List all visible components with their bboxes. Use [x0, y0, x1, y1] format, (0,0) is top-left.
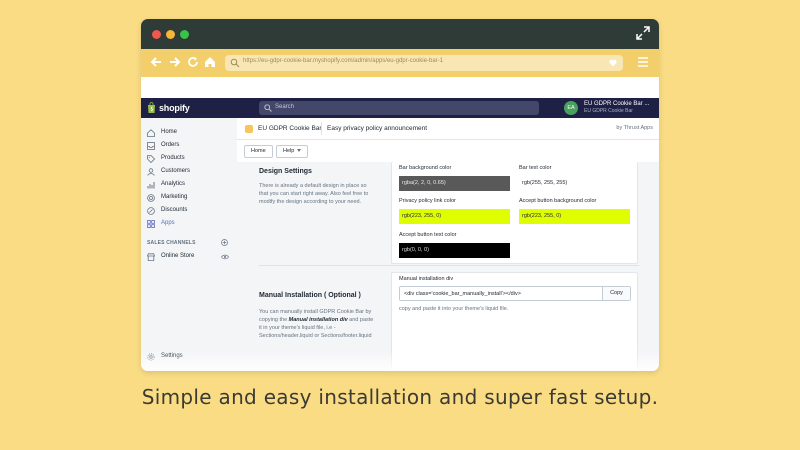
bar-text-color-label: Bar text color — [519, 165, 552, 171]
help-label: Help — [283, 148, 295, 154]
main-content: EU GDPR Cookie Bar Easy privacy policy a… — [237, 118, 659, 371]
shopify-logo[interactable]: shopify — [159, 103, 190, 113]
person-icon — [147, 168, 155, 176]
sidebar-item-label: Products — [161, 155, 185, 161]
search-icon — [264, 104, 272, 112]
back-arrow-icon[interactable] — [149, 55, 163, 69]
sidebar-item-label: Customers — [161, 168, 191, 174]
discount-icon — [147, 207, 155, 215]
accept-button-text-color-label: Accept button text color — [399, 232, 457, 238]
sidebar-item-label: Marketing — [161, 194, 188, 200]
manual-installation-title: Manual Installation ( Optional ) — [259, 292, 361, 299]
manual-desc-emphasis: Manual installation div — [288, 317, 348, 323]
forward-arrow-icon[interactable] — [168, 55, 182, 69]
accept-button-bg-color-label: Accept button background color — [519, 198, 597, 204]
sidebar-item-orders[interactable]: Orders — [147, 140, 233, 152]
target-icon — [147, 194, 155, 202]
apps-icon — [147, 220, 155, 228]
address-bar: https://eu-gdpr-cookie-bar.myshopify.com… — [141, 49, 659, 77]
privacy-link-color-label: Privacy policy link color — [399, 198, 456, 204]
shopify-bag-icon — [148, 102, 155, 113]
browser-titlebar — [141, 19, 659, 49]
manual-installation-code-field[interactable]: <div class='cookie_bar_manually_install'… — [399, 286, 631, 301]
search-placeholder: Search — [275, 104, 295, 110]
sidebar-item-label: Home — [161, 129, 178, 135]
manual-installation-description: You can manually install GDPR Cookie Bar… — [259, 308, 377, 340]
avatar[interactable]: EA — [564, 101, 578, 115]
promo-caption: Simple and easy installation and super f… — [141, 385, 659, 409]
design-settings-title: Design Settings — [259, 168, 312, 175]
sidebar-item-customers[interactable]: Customers — [147, 166, 233, 178]
sidebar-item-label: Discounts — [161, 207, 188, 213]
admin-sidebar: Home Orders Products Customers Analytics… — [141, 118, 237, 371]
maximize-window-button[interactable] — [180, 30, 189, 39]
bar-background-color-field[interactable]: rgba(2, 2, 0, 0.65) — [399, 176, 510, 191]
accept-button-text-color-field[interactable]: rgb(0, 0, 0) — [399, 243, 510, 258]
copy-button[interactable]: Copy — [602, 287, 630, 300]
sidebar-item-discounts[interactable]: Discounts — [147, 205, 233, 217]
app-header: EU GDPR Cookie Bar Easy privacy policy a… — [237, 118, 659, 140]
sidebar-item-label: Apps — [161, 220, 175, 226]
home-icon[interactable] — [203, 55, 217, 69]
browser-window: https://eu-gdpr-cookie-bar.myshopify.com… — [141, 19, 659, 371]
app-author[interactable]: by Thrust Apps — [616, 125, 653, 131]
store-name[interactable]: EU GDPR Cookie Bar ... — [584, 101, 649, 107]
tag-icon — [147, 155, 155, 163]
breadcrumb-app-name[interactable]: EU GDPR Cookie Bar — [258, 125, 322, 132]
store-subtitle: EU GDPR Cookie Bar — [584, 108, 633, 114]
sidebar-item-marketing[interactable]: Marketing — [147, 192, 233, 204]
sidebar-item-products[interactable]: Products — [147, 153, 233, 165]
hamburger-menu-icon[interactable] — [638, 57, 648, 67]
gear-icon — [147, 353, 155, 361]
sidebar-item-home[interactable]: Home — [147, 127, 233, 139]
breadcrumb-divider — [321, 122, 322, 135]
manual-installation-code[interactable]: <div class='cookie_bar_manually_install'… — [404, 291, 521, 297]
sidebar-item-label: Orders — [161, 142, 180, 148]
privacy-link-color-field[interactable]: rgb(223, 255, 0) — [399, 209, 510, 224]
bar-chart-icon — [147, 182, 155, 189]
sidebar-item-settings[interactable]: Settings — [147, 351, 233, 363]
section-divider — [259, 265, 639, 266]
chevron-down-icon — [297, 149, 302, 153]
manual-installation-card: Manual installation div <div class='cook… — [391, 272, 638, 371]
accept-button-bg-color-field[interactable]: rgb(223, 255, 0) — [519, 209, 630, 224]
help-dropdown[interactable]: Help — [276, 145, 309, 158]
sidebar-item-label: Settings — [161, 353, 183, 359]
url-text: https://eu-gdpr-cookie-bar.myshopify.com… — [243, 58, 443, 64]
minimize-window-button[interactable] — [166, 30, 175, 39]
app-logo-icon — [245, 125, 253, 133]
manual-installation-help: copy and paste it into your theme's liqu… — [399, 306, 509, 312]
shopify-topbar: shopify Search EA EU GDPR Cookie Bar ...… — [141, 98, 659, 118]
bar-background-color-label: Bar background color — [399, 165, 452, 171]
eye-icon[interactable] — [221, 254, 229, 260]
store-icon — [147, 253, 155, 261]
sidebar-item-label: Online Store — [161, 253, 195, 259]
home-button[interactable]: Home — [244, 145, 273, 158]
manual-installation-div-label: Manual installation div — [399, 276, 454, 282]
heart-icon[interactable] — [609, 59, 617, 67]
close-window-button[interactable] — [152, 30, 161, 39]
reload-icon[interactable] — [186, 55, 200, 69]
sidebar-item-analytics[interactable]: Analytics — [147, 179, 233, 191]
home-icon — [147, 129, 155, 137]
sales-channels-heading: SALES CHANNELS — [147, 240, 196, 246]
search-input[interactable]: Search — [259, 101, 539, 115]
app-tabs: Home Help — [237, 140, 659, 162]
search-icon — [230, 58, 240, 68]
orders-icon — [147, 142, 155, 150]
expand-icon[interactable] — [636, 26, 650, 40]
sidebar-item-label: Analytics — [161, 181, 186, 187]
add-channel-icon[interactable] — [221, 239, 228, 246]
sidebar-item-apps[interactable]: Apps — [147, 218, 233, 230]
page-title: Easy privacy policy announcement — [327, 125, 428, 132]
bar-text-color-field[interactable]: rgb(255, 255, 255) — [519, 176, 630, 191]
design-settings-card: Bar background color rgba(2, 2, 0, 0.65)… — [391, 162, 638, 264]
url-field[interactable]: https://eu-gdpr-cookie-bar.myshopify.com… — [225, 55, 623, 71]
design-settings-description: There is already a default design in pla… — [259, 183, 369, 205]
